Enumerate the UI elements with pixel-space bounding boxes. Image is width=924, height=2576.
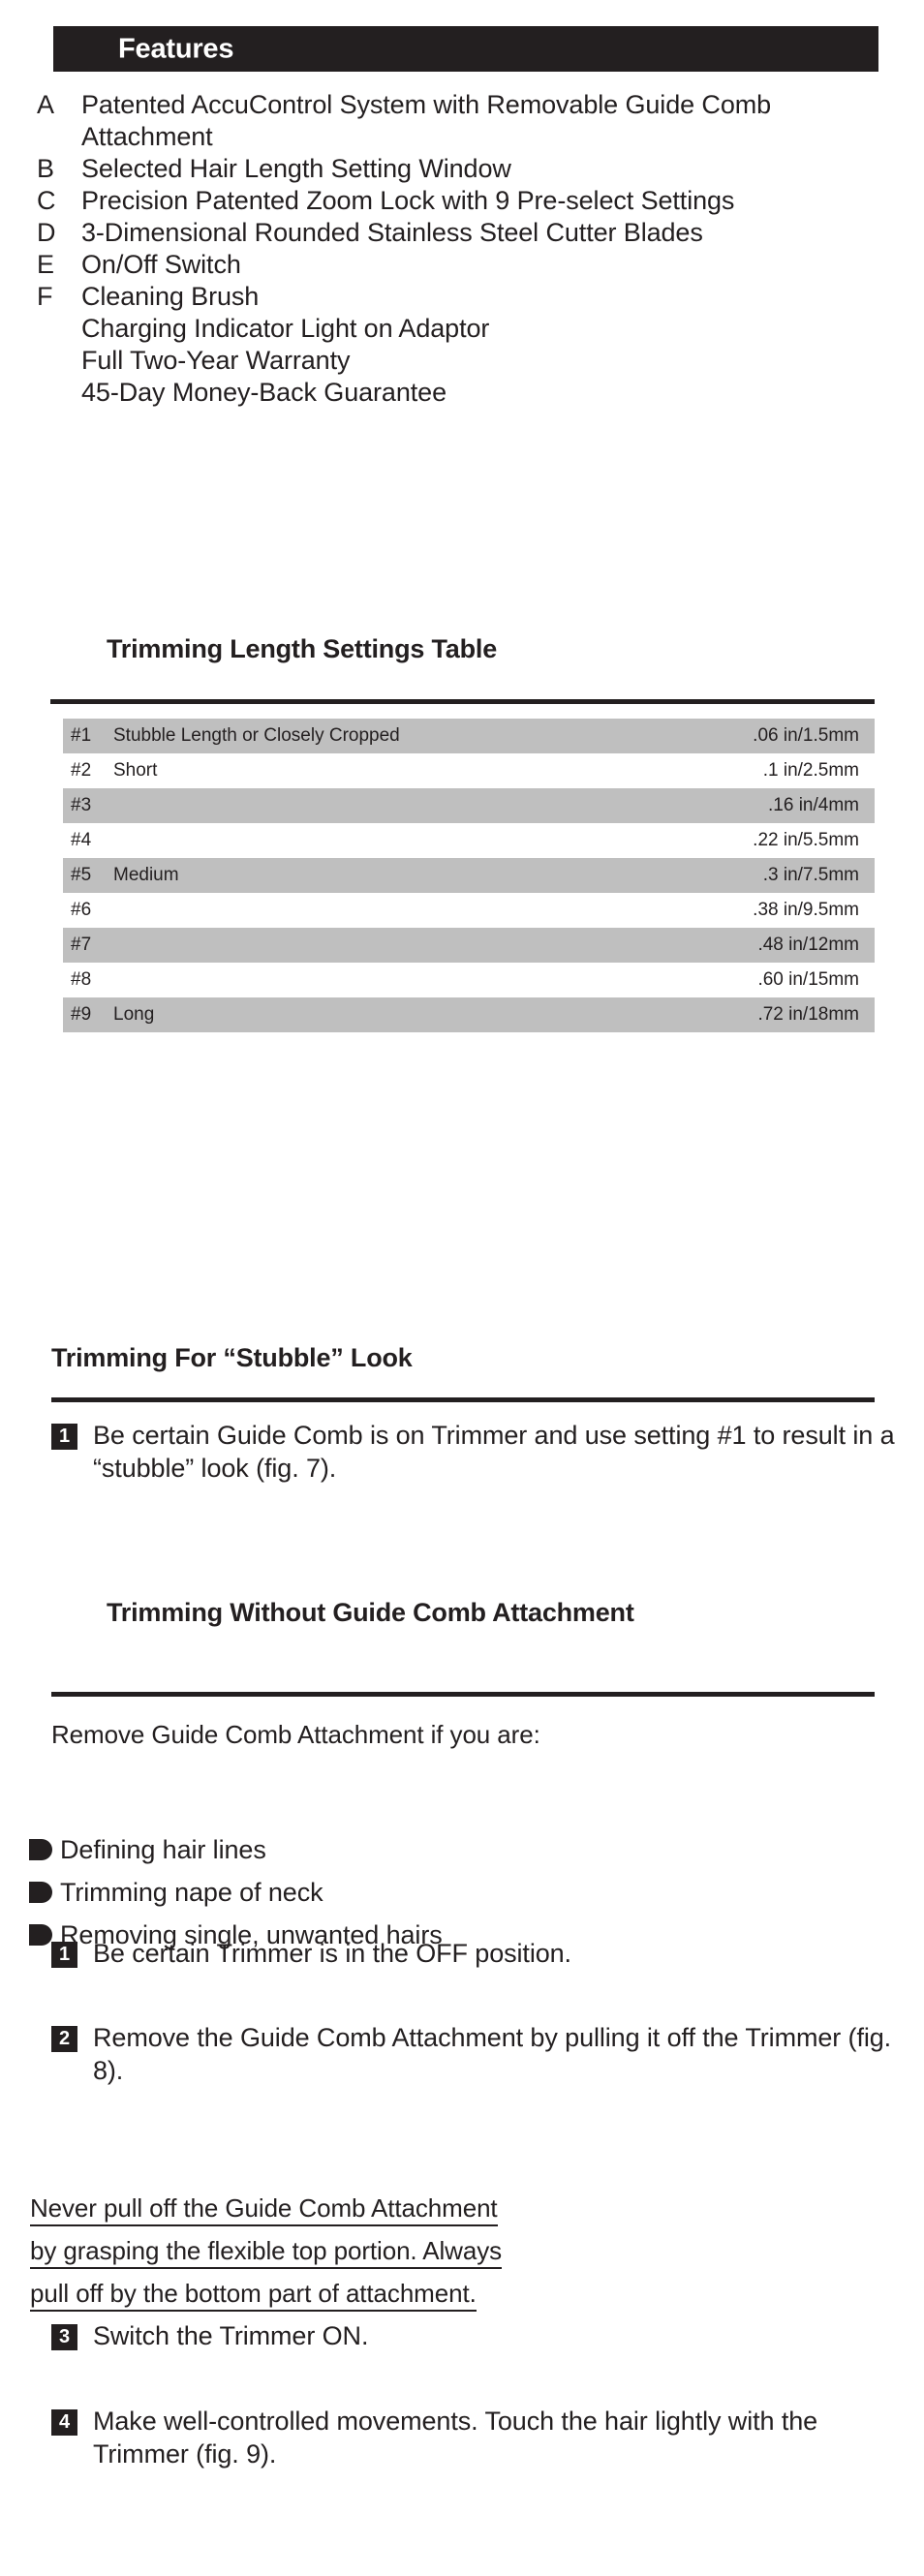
features-header-bar: Features <box>53 26 878 72</box>
table-cell-setting-number: #6 <box>71 900 92 920</box>
table-cell-length: .22 in/5.5mm <box>753 830 859 850</box>
table-cell-length: .3 in/7.5mm <box>762 865 859 885</box>
warning-line: by grasping the flexible top portion. Al… <box>30 2229 882 2272</box>
step-text: Be certain Guide Comb is on Trimmer and … <box>93 1421 895 1483</box>
step-number-badge: 1 <box>51 1424 77 1450</box>
table-cell-description: Short <box>113 760 158 781</box>
step-number-badge: 2 <box>51 2026 77 2052</box>
step-text: Be certain Trimmer is in the OFF positio… <box>93 1939 571 1968</box>
without-comb-section-rule <box>51 1692 875 1697</box>
table-row: #6 .38 in/9.5mm <box>63 893 875 928</box>
list-item: Defining hair lines <box>29 1828 881 1871</box>
step-text: Remove the Guide Comb Attachment by pull… <box>93 2023 892 2085</box>
list-item-label: Trimming nape of neck <box>60 1878 323 1907</box>
feature-letter: D <box>37 218 56 247</box>
table-cell-setting-number: #3 <box>71 795 92 815</box>
feature-text: 45-Day Money-Back Guarantee <box>81 378 447 407</box>
list-item-label: Defining hair lines <box>60 1835 266 1864</box>
without-comb-intro-text: Remove Guide Comb Attachment if you are: <box>51 1720 540 1749</box>
table-cell-setting-number: #4 <box>71 830 92 850</box>
step-number-badge: 1 <box>51 1942 77 1968</box>
feature-item: 45-Day Money-Back Guarantee <box>37 377 889 409</box>
table-cell-setting-number: #9 <box>71 1004 92 1025</box>
table-row: #4 .22 in/5.5mm <box>63 823 875 858</box>
feature-text: On/Off Switch <box>81 250 241 279</box>
features-header-title: Features <box>118 33 234 64</box>
feature-text: Full Two-Year Warranty <box>81 346 351 375</box>
trimming-table-top-rule <box>50 699 875 704</box>
step-number-badge: 3 <box>51 2324 77 2350</box>
guide-comb-warning: Never pull off the Guide Comb Attachment… <box>30 2187 882 2315</box>
without-comb-section-heading: Trimming Without Guide Comb Attachment <box>107 1598 634 1627</box>
document-page: Features A Patented AccuControl System wi… <box>0 0 924 2576</box>
step-stubble-1: 1 Be certain Guide Comb is on Trimmer an… <box>51 1419 904 1485</box>
feature-item: A Patented AccuControl System with Remova… <box>37 89 889 153</box>
feature-text: Charging Indicator Light on Adaptor <box>81 314 490 343</box>
table-row: #7 .48 in/12mm <box>63 928 875 963</box>
feature-letter: B <box>37 154 55 183</box>
table-cell-length: .06 in/1.5mm <box>753 725 859 746</box>
table-cell-length: .60 in/15mm <box>757 969 859 990</box>
table-row: #2 Short .1 in/2.5mm <box>63 753 875 788</box>
step-switch-3: 3 Switch the Trimmer ON. <box>51 2319 904 2352</box>
table-cell-description: Medium <box>113 865 179 885</box>
table-cell-setting-number: #5 <box>71 865 92 885</box>
half-circle-bullet-icon <box>29 1882 52 1903</box>
table-row: #3 .16 in/4mm <box>63 788 875 823</box>
step-text: Switch the Trimmer ON. <box>93 2321 369 2350</box>
table-cell-length: .38 in/9.5mm <box>753 900 859 920</box>
feature-text: Cleaning Brush <box>81 282 260 311</box>
trimming-length-table: #1 Stubble Length or Closely Cropped .06 i… <box>63 719 875 1032</box>
feature-letter: A <box>37 90 55 119</box>
feature-item: F Cleaning Brush <box>37 281 889 313</box>
feature-letter: E <box>37 250 55 279</box>
table-cell-setting-number: #8 <box>71 969 92 990</box>
table-cell-length: .48 in/12mm <box>757 935 859 955</box>
stubble-section-rule <box>51 1397 875 1402</box>
trimming-table-title: Trimming Length Settings Table <box>107 634 498 663</box>
table-row: #5 Medium .3 in/7.5mm <box>63 858 875 893</box>
table-cell-description: Long <box>113 1004 155 1025</box>
feature-item: C Precision Patented Zoom Lock with 9 Pre… <box>37 185 889 217</box>
step-text: Make well-controlled movements. Touch th… <box>93 2407 818 2469</box>
table-cell-length: .1 in/2.5mm <box>762 760 859 781</box>
feature-item: D 3-Dimensional Rounded Stainless Steel C… <box>37 217 889 249</box>
step-make-4: 4 Make well-controlled movements. Touch … <box>51 2405 904 2470</box>
feature-item: E On/Off Switch <box>37 249 889 281</box>
step-off-1: 1 Be certain Trimmer is in the OFF posit… <box>51 1937 904 1970</box>
table-cell-setting-number: #2 <box>71 760 92 781</box>
feature-letter: C <box>37 186 56 215</box>
table-cell-description: Stubble Length or Closely Cropped <box>113 725 400 746</box>
feature-text: Selected Hair Length Setting Window <box>81 154 511 183</box>
table-row: #8 .60 in/15mm <box>63 963 875 997</box>
features-list: A Patented AccuControl System with Remova… <box>37 89 889 409</box>
feature-text: 3-Dimensional Rounded Stainless Steel Cu… <box>81 218 703 247</box>
warning-line: pull off by the bottom part of attachmen… <box>30 2272 882 2315</box>
list-item: Trimming nape of neck <box>29 1871 881 1914</box>
table-cell-setting-number: #7 <box>71 935 92 955</box>
step-remove-2: 2 Remove the Guide Comb Attachment by pu… <box>51 2021 904 2087</box>
table-row: #9 Long .72 in/18mm <box>63 997 875 1032</box>
stubble-section-heading: Trimming For “Stubble” Look <box>51 1343 413 1372</box>
table-cell-length: .16 in/4mm <box>768 795 859 815</box>
feature-text: Patented AccuControl System with Removab… <box>81 90 772 151</box>
feature-text: Precision Patented Zoom Lock with 9 Pre-… <box>81 186 735 215</box>
feature-item: Charging Indicator Light on Adaptor <box>37 313 889 345</box>
feature-item: Full Two-Year Warranty <box>37 345 889 377</box>
table-cell-setting-number: #1 <box>71 725 92 746</box>
table-cell-length: .72 in/18mm <box>757 1004 859 1025</box>
table-row: #1 Stubble Length or Closely Cropped .06 i… <box>63 719 875 753</box>
half-circle-bullet-icon <box>29 1839 52 1860</box>
feature-letter: F <box>37 282 53 311</box>
half-circle-bullet-icon <box>29 1924 52 1946</box>
warning-line: Never pull off the Guide Comb Attachment <box>30 2187 882 2229</box>
step-number-badge: 4 <box>51 2409 77 2436</box>
feature-item: B Selected Hair Length Setting Window <box>37 153 889 185</box>
